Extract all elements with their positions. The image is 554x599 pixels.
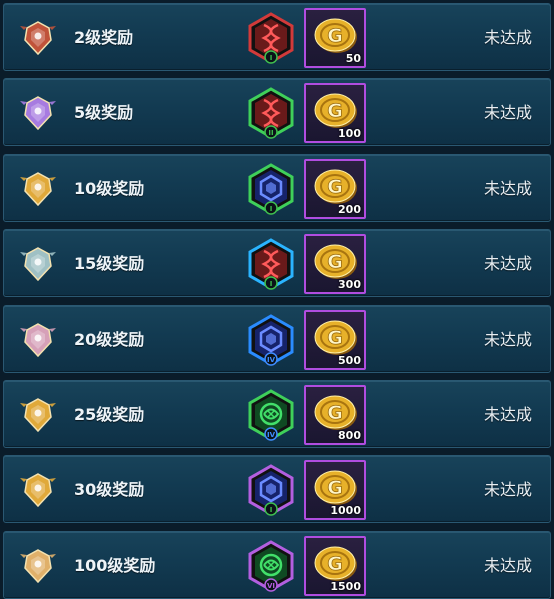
rank-emblem-icon: [20, 473, 56, 508]
status-label: 未达成: [483, 556, 532, 575]
badge-tier-label: I: [270, 205, 273, 213]
coin-amount: 1000: [330, 504, 361, 517]
rank-emblem-icon: [20, 21, 56, 56]
level-reward-label: 15级奖励: [74, 254, 145, 273]
status-label: 未达成: [483, 103, 532, 122]
coin-reward-tile[interactable]: G 200: [304, 159, 366, 219]
badge-tier-label: IV: [267, 356, 276, 364]
reward-row: 25级奖励 IV G 800 未达成: [3, 380, 551, 448]
core-badge-icon[interactable]: IV: [247, 314, 295, 366]
coin-amount: 100: [338, 127, 361, 140]
status-label: 未达成: [483, 179, 532, 198]
level-reward-label: 20级奖励: [74, 330, 145, 349]
coin-amount: 500: [338, 354, 361, 367]
reward-row: 30级奖励 I G 1000 未达成: [3, 455, 551, 523]
reward-row: 20级奖励 IV G 500 未达成: [3, 305, 551, 373]
status-label: 未达成: [483, 254, 532, 273]
badge-tier-label: II: [268, 129, 273, 137]
coin-letter: G: [327, 477, 343, 499]
rank-emblem-icon: [20, 398, 56, 433]
gold-coin-icon: G: [314, 244, 357, 279]
level-reward-label: 5级奖励: [74, 103, 134, 122]
coin-reward-tile[interactable]: G 500: [304, 310, 366, 370]
rank-emblem-icon: [20, 549, 56, 584]
badge-tier-label: VI: [267, 582, 275, 590]
gold-coin-icon: G: [314, 546, 357, 581]
badge-tier-label: I: [270, 54, 273, 62]
rank-emblem-icon: [20, 247, 56, 282]
coin-reward-tile[interactable]: G 100: [304, 83, 366, 143]
reward-list: 2级奖励 I G 50 未达成 5级奖励 II G 100 未达成 10级奖励 I G 200 未达成 15级…: [0, 0, 554, 599]
coin-letter: G: [327, 251, 343, 273]
badge-tier-label: IV: [267, 431, 276, 439]
coin-reward-tile[interactable]: G 50: [304, 8, 366, 68]
level-reward-label: 25级奖励: [74, 405, 145, 424]
rank-emblem-icon: [20, 96, 56, 131]
coin-letter: G: [327, 100, 343, 122]
coin-amount: 200: [338, 203, 361, 216]
core-badge-icon[interactable]: I: [247, 464, 295, 516]
coin-letter: G: [327, 176, 343, 198]
status-label: 未达成: [483, 405, 532, 424]
core-badge-icon[interactable]: II: [247, 87, 295, 139]
core-badge-icon[interactable]: VI: [247, 540, 295, 592]
status-label: 未达成: [483, 28, 532, 47]
gold-coin-icon: G: [314, 18, 357, 53]
gold-coin-icon: G: [314, 395, 357, 430]
coin-letter: G: [327, 25, 343, 47]
rank-emblem-icon: [20, 172, 56, 207]
core-badge-icon[interactable]: IV: [247, 389, 295, 441]
status-label: 未达成: [483, 330, 532, 349]
coin-reward-tile[interactable]: G 300: [304, 234, 366, 294]
core-badge-icon[interactable]: I: [247, 12, 295, 64]
level-reward-label: 30级奖励: [74, 480, 145, 499]
gold-coin-icon: G: [314, 169, 357, 204]
coin-amount: 1500: [330, 580, 361, 593]
level-reward-label: 10级奖励: [74, 179, 145, 198]
coin-amount: 800: [338, 429, 361, 442]
coin-letter: G: [327, 402, 343, 424]
coin-amount: 300: [338, 278, 361, 291]
badge-tier-label: I: [270, 506, 273, 514]
level-reward-label: 100级奖励: [74, 556, 156, 575]
reward-row: 5级奖励 II G 100 未达成: [3, 78, 551, 146]
badge-tier-label: I: [270, 280, 273, 288]
level-reward-label: 2级奖励: [74, 28, 134, 47]
coin-reward-tile[interactable]: G 1000: [304, 460, 366, 520]
core-badge-icon[interactable]: I: [247, 163, 295, 215]
reward-row: 100级奖励 VI G 1500 未达成: [3, 531, 551, 599]
gold-coin-icon: G: [314, 320, 357, 355]
reward-row: 15级奖励 I G 300 未达成: [3, 229, 551, 297]
core-badge-icon[interactable]: I: [247, 238, 295, 290]
coin-letter: G: [327, 553, 343, 575]
gold-coin-icon: G: [314, 470, 357, 505]
rank-emblem-icon: [20, 323, 56, 358]
status-label: 未达成: [483, 480, 532, 499]
gold-coin-icon: G: [314, 93, 357, 128]
reward-row: 10级奖励 I G 200 未达成: [3, 154, 551, 222]
coin-letter: G: [327, 327, 343, 349]
coin-amount: 50: [345, 52, 361, 65]
reward-row: 2级奖励 I G 50 未达成: [3, 3, 551, 71]
coin-reward-tile[interactable]: G 1500: [304, 536, 366, 596]
coin-reward-tile[interactable]: G 800: [304, 385, 366, 445]
